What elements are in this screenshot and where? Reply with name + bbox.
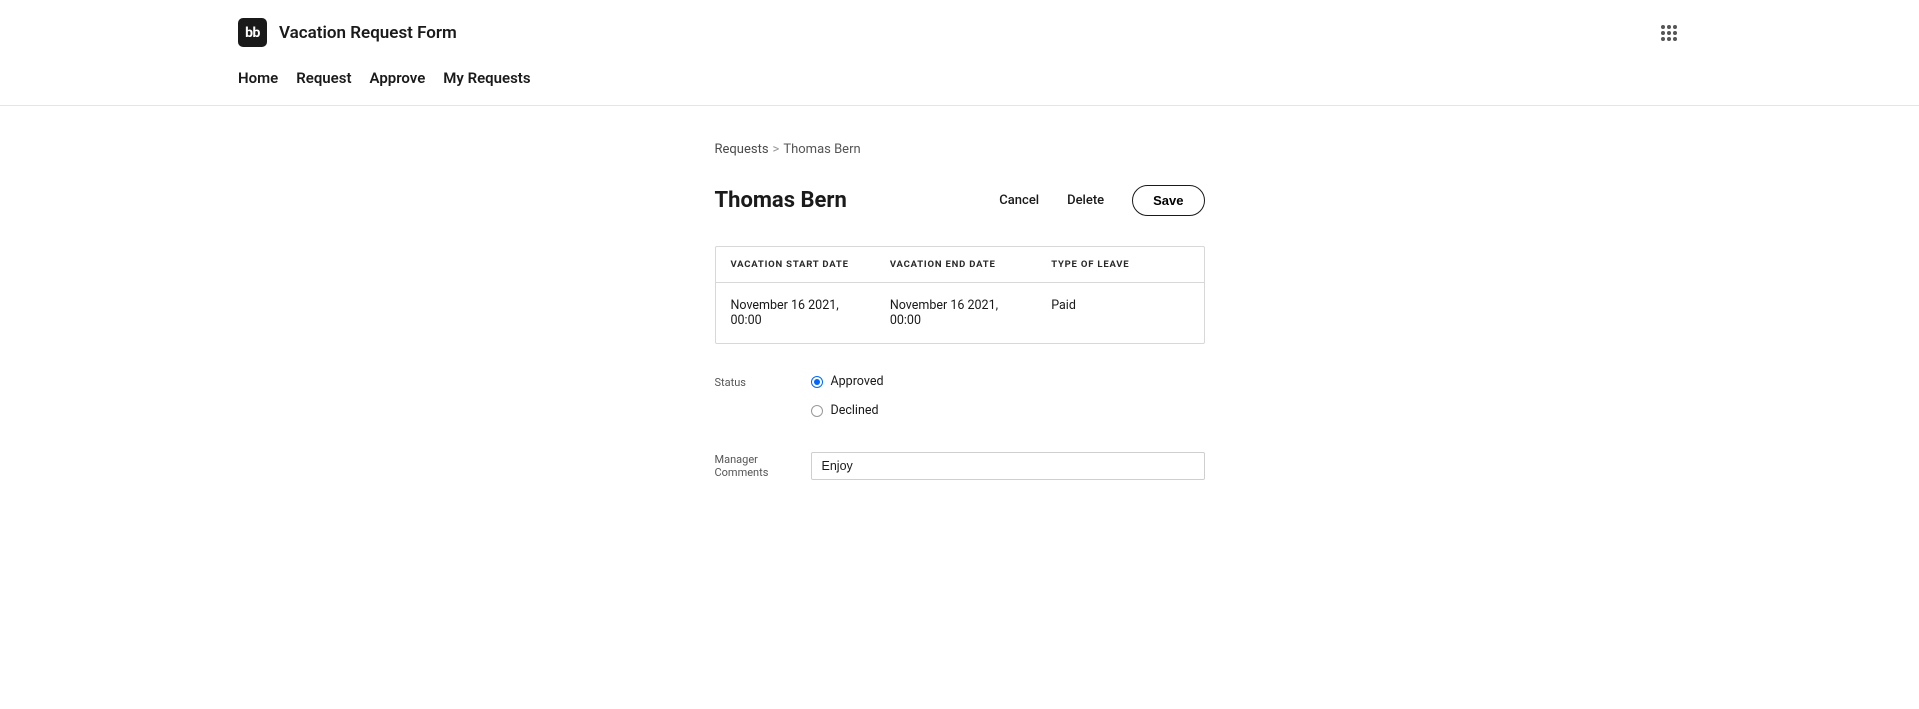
col-header-start-date: VACATION START DATE	[716, 247, 875, 282]
radio-approved-label: Approved	[831, 374, 884, 389]
cell-leave-type: Paid	[1036, 283, 1203, 343]
cell-end-date: November 16 2021, 00:00	[875, 283, 1036, 343]
breadcrumb: Requests > Thomas Bern	[715, 142, 1205, 157]
table-row: November 16 2021, 00:00 November 16 2021…	[716, 283, 1204, 343]
header: bb Vacation Request Form	[0, 0, 1919, 61]
comments-input[interactable]	[811, 452, 1205, 480]
nav-approve[interactable]: Approve	[370, 69, 426, 87]
radio-declined-circle	[811, 405, 823, 417]
status-row: Status Approved Declined	[715, 374, 1205, 418]
apps-grid-icon	[1661, 25, 1677, 41]
radio-approved[interactable]: Approved	[811, 374, 884, 389]
title-row: Thomas Bern Cancel Delete Save	[715, 185, 1205, 216]
delete-button[interactable]: Delete	[1067, 193, 1104, 208]
status-radio-group: Approved Declined	[811, 374, 884, 418]
cell-start-date: November 16 2021, 00:00	[716, 283, 875, 343]
radio-dot-icon	[814, 379, 820, 385]
header-left: bb Vacation Request Form	[238, 18, 457, 47]
comments-label: Manager Comments	[715, 453, 811, 479]
apps-menu-button[interactable]	[1657, 21, 1681, 45]
breadcrumb-current: Thomas Bern	[783, 142, 860, 157]
nav-home[interactable]: Home	[238, 69, 278, 87]
radio-declined-label: Declined	[831, 403, 879, 418]
breadcrumb-separator: >	[773, 142, 780, 157]
nav-my-requests[interactable]: My Requests	[443, 69, 530, 87]
brand-logo[interactable]: bb	[238, 18, 267, 47]
col-header-end-date: VACATION END DATE	[875, 247, 1036, 282]
vacation-table: VACATION START DATE VACATION END DATE TY…	[715, 246, 1205, 344]
radio-approved-circle	[811, 376, 823, 388]
app-title: Vacation Request Form	[279, 23, 457, 43]
col-header-leave-type: TYPE OF LEAVE	[1036, 247, 1203, 282]
status-label: Status	[715, 374, 811, 418]
main-nav: Home Request Approve My Requests	[0, 61, 1919, 106]
save-button[interactable]: Save	[1132, 185, 1204, 216]
action-buttons: Cancel Delete Save	[999, 185, 1204, 216]
cancel-button[interactable]: Cancel	[999, 193, 1039, 208]
nav-request[interactable]: Request	[296, 69, 351, 87]
logo-text: bb	[245, 25, 260, 41]
breadcrumb-requests-link[interactable]: Requests	[715, 142, 769, 157]
main-content: Requests > Thomas Bern Thomas Bern Cance…	[715, 142, 1205, 480]
comments-row: Manager Comments	[715, 452, 1205, 480]
table-header-row: VACATION START DATE VACATION END DATE TY…	[716, 247, 1204, 283]
page-title: Thomas Bern	[715, 188, 847, 213]
radio-declined[interactable]: Declined	[811, 403, 884, 418]
